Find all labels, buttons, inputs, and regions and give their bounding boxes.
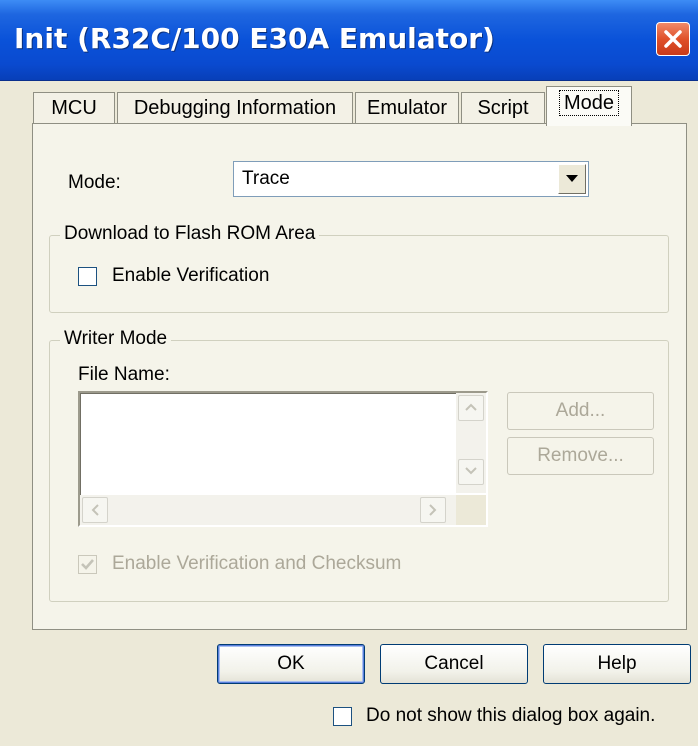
mode-label: Mode: <box>68 172 121 193</box>
close-button[interactable] <box>656 22 690 56</box>
chevron-up-icon <box>465 403 477 411</box>
enable-verification-label: Enable Verification <box>112 265 270 286</box>
close-icon <box>664 30 682 48</box>
mode-select[interactable]: Trace <box>233 161 589 197</box>
scrollbar-corner <box>456 495 486 525</box>
tab-emulator[interactable]: Emulator <box>355 92 459 124</box>
chevron-down-icon <box>566 175 578 182</box>
file-name-listbox[interactable] <box>78 391 488 527</box>
mode-dropdown-button[interactable] <box>558 164 586 194</box>
do-not-show-label: Do not show this dialog box again. <box>366 705 656 726</box>
scroll-right-button[interactable] <box>420 497 446 523</box>
ok-button[interactable]: OK <box>217 644 365 684</box>
chevron-left-icon <box>91 504 99 516</box>
writer-group-title: Writer Mode <box>60 328 172 350</box>
dialog-window: Init (R32C/100 E30A Emulator) MCU Debugg… <box>0 0 698 746</box>
scroll-left-button[interactable] <box>82 497 108 523</box>
tab-script[interactable]: Script <box>461 92 545 124</box>
scroll-up-button[interactable] <box>458 395 484 421</box>
tab-debugging-information[interactable]: Debugging Information <box>117 92 353 124</box>
do-not-show-checkbox[interactable] <box>333 707 352 726</box>
title-bar[interactable]: Init (R32C/100 E30A Emulator) <box>0 0 698 81</box>
mode-select-value: Trace <box>242 168 290 189</box>
horizontal-scrollbar[interactable] <box>80 495 456 525</box>
chevron-down-icon <box>465 467 477 475</box>
download-group-title: Download to Flash ROM Area <box>60 223 320 245</box>
vertical-scrollbar[interactable] <box>456 393 486 493</box>
enable-verification-checksum-label: Enable Verification and Checksum <box>112 553 402 574</box>
add-button[interactable]: Add... <box>507 392 654 430</box>
window-title: Init (R32C/100 E30A Emulator) <box>14 22 495 55</box>
scroll-down-button[interactable] <box>458 459 484 485</box>
file-name-label: File Name: <box>78 364 170 385</box>
chevron-right-icon <box>429 504 437 516</box>
help-button[interactable]: Help <box>543 644 691 684</box>
checkmark-icon <box>81 559 94 570</box>
enable-verification-checkbox[interactable] <box>78 267 97 286</box>
remove-button[interactable]: Remove... <box>507 437 654 475</box>
tab-mode[interactable]: Mode <box>546 86 632 126</box>
tab-mcu[interactable]: MCU <box>33 92 115 124</box>
cancel-button[interactable]: Cancel <box>380 644 528 684</box>
enable-verification-checksum-checkbox[interactable] <box>78 555 97 574</box>
